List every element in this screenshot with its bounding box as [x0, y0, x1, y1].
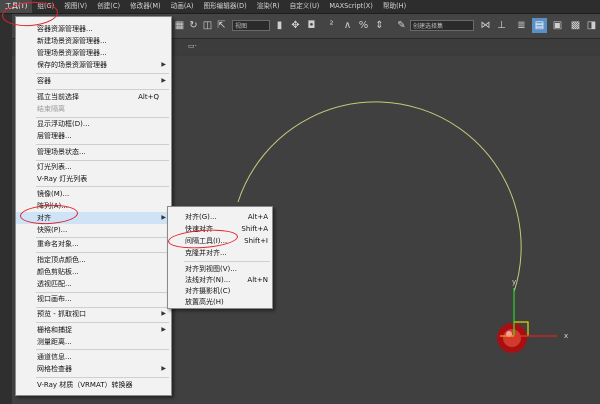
submenu-arrow-icon: ▶: [161, 61, 166, 68]
menu-separator: [36, 252, 169, 253]
menu-customize[interactable]: 自定义(U): [285, 0, 325, 13]
menu-separator: [36, 144, 169, 145]
menu-item-rename-objects[interactable]: 重命名对象...: [16, 238, 171, 250]
menu-item-containers[interactable]: 容器 ▶: [16, 75, 171, 87]
menu-item-display-floater[interactable]: 显示浮动框(D)...: [16, 118, 171, 130]
left-panel-strip: [0, 14, 12, 404]
menu-item-vray-vrmat-converter[interactable]: V-Ray 材质（VRMAT）转换器: [16, 379, 171, 391]
submenu-arrow-icon: ▶: [161, 77, 166, 84]
named-selection-combo[interactable]: 创建选择集: [410, 20, 474, 31]
material-editor-icon[interactable]: ◨: [584, 18, 599, 33]
menu-maxscript[interactable]: MAXScript(X): [324, 0, 378, 13]
menu-item-vray-light-lister[interactable]: V-Ray 灯光列表: [16, 173, 171, 185]
layer-manager-icon[interactable]: ≣: [514, 18, 529, 33]
menu-item-manage-scene-states[interactable]: 管理场景状态...: [16, 146, 171, 158]
select-object-icon[interactable]: ⇱: [214, 18, 229, 33]
menu-separator: [184, 261, 270, 262]
menu-item-perspective-match[interactable]: 透视匹配...: [16, 278, 171, 290]
ribbon-toggle-icon[interactable]: ▭·: [188, 42, 197, 50]
edit-named-selection-icon[interactable]: ✎: [394, 18, 409, 33]
arc-spline: [237, 101, 522, 326]
reference-coordinate-combo[interactable]: 视图: [232, 20, 270, 31]
manipulate-icon[interactable]: ◘: [304, 18, 319, 33]
menu-item-place-highlight[interactable]: 放置高光(H): [168, 296, 272, 308]
submenu-arrow-icon: ▶: [161, 310, 166, 317]
menu-item-color-clipboard[interactable]: 颜色剪贴板...: [16, 266, 171, 278]
menu-item-clone-and-align[interactable]: 克隆并对齐...: [168, 247, 272, 259]
menu-item-new-scene-explorer[interactable]: 新建场景资源管理器...: [16, 35, 171, 47]
move-icon[interactable]: ✥: [288, 18, 303, 33]
menu-separator: [36, 322, 169, 323]
menu-view[interactable]: 视图(V): [59, 0, 92, 13]
axis-label-x: x: [564, 332, 569, 340]
spinner-snap-icon[interactable]: ⇕: [372, 18, 387, 33]
schematic-view-icon[interactable]: ▩: [568, 18, 583, 33]
transform-gizmo[interactable]: [497, 288, 557, 353]
menu-rendering[interactable]: 渲染(R): [252, 0, 285, 13]
menu-separator: [36, 89, 169, 90]
pivot-icon[interactable]: ▮: [272, 18, 287, 33]
menu-separator: [36, 73, 169, 74]
menu-item-measure-distance[interactable]: 测量距离...: [16, 336, 171, 348]
graphite-tools-icon[interactable]: ▤: [532, 18, 547, 33]
menu-item-layer-manager[interactable]: 层管理器...: [16, 130, 171, 142]
menu-separator: [36, 186, 169, 187]
menu-bar: 工具(T) 组(G) 视图(V) 创建(C) 修改器(M) 动画(A) 图形编辑…: [0, 0, 600, 14]
align-submenu: 对齐(G)... Alt+A 快速对齐 Shift+A 间隔工具(I)... Shif…: [167, 206, 273, 309]
menu-item-mirror[interactable]: 镜像(M)...: [16, 188, 171, 200]
menu-item-isolate-selection[interactable]: 孤立当前选择 Alt+Q: [16, 91, 171, 103]
mirror-icon[interactable]: ⋈: [478, 18, 493, 33]
gizmo-sphere-inner: [503, 329, 521, 347]
scale-icon[interactable]: ◫: [200, 18, 215, 33]
menu-item-end-isolate: 结束隔离: [37, 105, 65, 113]
submenu-arrow-icon: ▶: [161, 365, 166, 372]
menu-animation[interactable]: 动画(A): [166, 0, 199, 13]
menu-item-channel-info[interactable]: 通道信息...: [16, 351, 171, 363]
menu-graph-editors[interactable]: 图形编辑器(D): [198, 0, 251, 13]
menu-create[interactable]: 创建(C): [92, 0, 125, 13]
menu-item-saved-scene-explorers[interactable]: 保存的场景资源管理器 ▶: [16, 59, 171, 71]
menu-item-manage-scene-explorer[interactable]: 管理场景资源管理器...: [16, 47, 171, 59]
menu-item-grids-and-snaps[interactable]: 栅格和捕捉 ▶: [16, 324, 171, 336]
menu-item-preview-grab-viewport[interactable]: 预览 - 抓取视口 ▶: [16, 308, 171, 320]
submenu-arrow-icon: ▶: [161, 326, 166, 333]
submenu-arrow-icon: ▶: [161, 214, 166, 221]
percent-snap-icon[interactable]: %: [356, 18, 371, 33]
select-region-icon[interactable]: ▦: [172, 18, 187, 33]
menu-help[interactable]: 帮助(H): [378, 0, 411, 13]
menu-item-light-lister[interactable]: 灯光列表...: [16, 161, 171, 173]
menu-separator: [36, 377, 169, 378]
axis-label-y: y: [512, 278, 517, 286]
snap-2d-icon[interactable]: ²: [324, 18, 339, 33]
menu-item-align-objects[interactable]: 对齐(G)... Alt+A: [168, 211, 272, 223]
menu-separator: [36, 349, 169, 350]
menu-modifiers[interactable]: 修改器(M): [125, 0, 166, 13]
angle-snap-icon[interactable]: ∧: [340, 18, 355, 33]
menu-item-assign-vertex-colors[interactable]: 指定顶点颜色...: [16, 254, 171, 266]
menu-item-snapshot[interactable]: 快照(P)...: [16, 224, 171, 236]
curve-editor-icon[interactable]: ▣: [550, 18, 565, 33]
menu-item-viewport-canvas[interactable]: 视口画布...: [16, 293, 171, 305]
rotate-icon[interactable]: ↻: [186, 18, 201, 33]
align-icon[interactable]: ⊥: [494, 18, 509, 33]
ribbon-strip: ▭·: [168, 39, 600, 55]
menu-item-mesh-inspector[interactable]: 网格检查器 ▶: [16, 363, 171, 375]
